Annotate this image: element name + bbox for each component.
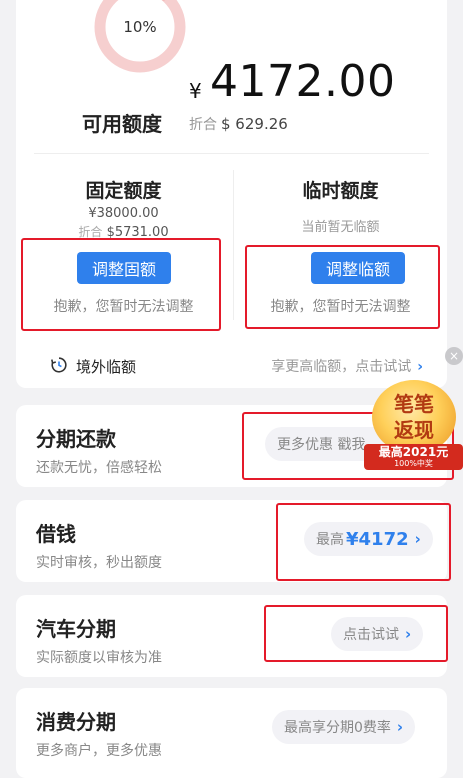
feature-title: 分期还款	[36, 427, 116, 451]
conversion-row: 折合 $ 629.26	[189, 114, 288, 134]
temp-limit-title: 临时额度	[302, 180, 379, 202]
clock-refresh-icon	[51, 357, 67, 373]
highlight-box	[264, 605, 448, 662]
available-credit-label: 可用额度	[82, 112, 162, 136]
overseas-hint-text: 享更高临额，点击试试	[271, 359, 412, 375]
highlight-box	[245, 245, 440, 329]
overseas-limit-label: 境外临额	[76, 358, 137, 376]
feature-title: 汽车分期	[36, 617, 116, 641]
feature-subtitle: 更多商户，更多优惠	[36, 743, 162, 759]
feature-subtitle: 还款无忧，倍感轻松	[36, 460, 162, 476]
fixed-limit-amount: ¥38000.00	[88, 206, 159, 221]
promo-line1: 笔笔	[394, 392, 434, 416]
divider	[34, 153, 429, 154]
feature-subtitle: 实际额度以审核为准	[36, 650, 162, 666]
conversion-label: 折合	[189, 117, 217, 133]
gold-coin-icon: 笔笔 返现	[372, 380, 456, 454]
feature-action-pill[interactable]: 最高享分期0费率 ›	[272, 710, 416, 744]
promo-ribbon: 最高2021元 100%中奖	[364, 444, 463, 470]
promo-ribbon-subtext: 100%中奖	[394, 459, 433, 468]
usage-progress-ring: 10%	[93, 0, 187, 74]
promo-line2: 返现	[394, 418, 434, 442]
feature-card-consumer-installment[interactable]: 消费分期 更多商户，更多优惠 最高享分期0费率 ›	[16, 688, 447, 778]
fixed-limit-title: 固定额度	[85, 180, 162, 202]
highlight-box	[21, 238, 221, 331]
temp-limit-status: 当前暂无临额	[301, 220, 380, 235]
promo-ribbon-text: 最高2021元	[378, 445, 449, 459]
pill-text: 最高享分期0费率	[284, 720, 391, 736]
chevron-right-icon: ›	[396, 718, 404, 736]
chevron-right-icon: ›	[417, 359, 423, 375]
available-credit-amount: 4172.00	[210, 56, 396, 107]
fixed-conversion-label: 折合	[78, 225, 103, 239]
usage-percent: 10%	[123, 18, 157, 36]
feature-subtitle: 实时审核，秒出额度	[36, 555, 162, 571]
close-promo-icon[interactable]: ×	[445, 347, 463, 365]
highlight-box	[276, 503, 451, 581]
conversion-value: $ 629.26	[221, 115, 288, 133]
currency-symbol: ¥	[189, 79, 202, 103]
overseas-limit-hint[interactable]: 享更高临额，点击试试 ›	[271, 356, 423, 376]
feature-title: 借钱	[36, 522, 76, 546]
feature-title: 消费分期	[36, 710, 116, 734]
cashback-promo-badge[interactable]: 笔笔 返现 最高2021元 100%中奖	[362, 380, 463, 472]
